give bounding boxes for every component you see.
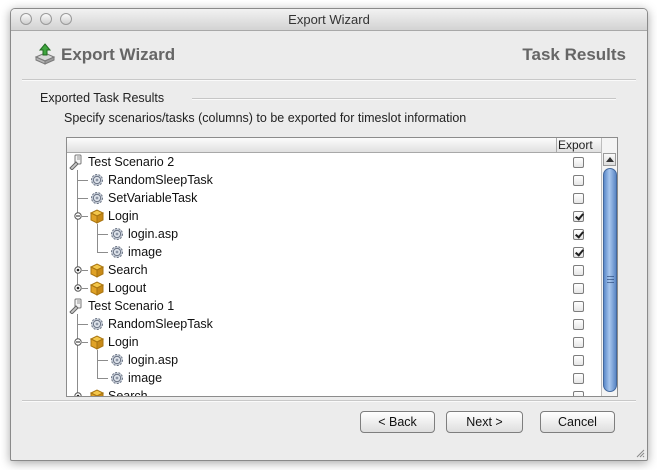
package-icon [89,263,105,278]
tree-row[interactable]: Test Scenario 1 [67,297,601,315]
export-checkbox[interactable] [573,301,584,312]
instructions-text: Specify scenarios/tasks (columns) to be … [64,111,467,125]
next-button[interactable]: Next > [446,411,523,433]
package-icon [89,389,105,396]
window-title: Export Wizard [288,12,370,27]
tree-row-label: Search [108,389,148,397]
task-results-table: Export Test Scenario 2 RandomSleepTask Set… [66,137,618,397]
gear-icon [91,174,103,186]
footer-divider [22,400,636,402]
thumb-grip-line [607,279,614,280]
tree-row-label: Search [108,263,148,277]
export-checkbox[interactable] [573,193,584,204]
column-header-name[interactable] [67,138,557,152]
title-bar[interactable]: Export Wizard [11,9,647,31]
export-checkbox[interactable] [573,229,584,240]
tree-row[interactable]: Login [67,333,601,351]
tree-row-label: Test Scenario 2 [88,155,175,169]
gear-icon [91,192,103,204]
resize-grip-icon[interactable] [635,448,645,458]
export-checkbox[interactable] [573,175,584,186]
package-icon [89,335,105,350]
tree-row-label: login.asp [128,353,179,367]
tree-row-label: SetVariableTask [108,191,198,205]
export-checkbox[interactable] [573,373,584,384]
export-checkbox[interactable] [573,211,584,222]
header-divider [22,79,636,81]
tree-row[interactable]: image [67,369,601,387]
tree-row[interactable]: SetVariableTask [67,189,601,207]
export-checkbox[interactable] [573,247,584,258]
tree-row[interactable]: image [67,243,601,261]
tree-row[interactable]: Test Scenario 2 [67,153,601,171]
column-header-export[interactable]: Export [558,138,593,152]
collapse-toggle-icon[interactable] [74,212,82,220]
gear-icon [91,318,103,330]
tree-row[interactable]: login.asp [67,351,601,369]
tree-row-label: Login [108,209,139,223]
gear-icon [111,228,123,240]
scenario-icon [69,154,82,170]
wizard-header: Export Wizard Task Results [11,31,647,79]
package-icon [89,281,105,296]
vertical-scrollbar[interactable] [601,138,617,396]
tree-row-label: image [128,371,163,385]
gear-icon [111,354,123,366]
section-divider [192,98,616,100]
tree-row-label: RandomSleepTask [108,317,213,331]
export-checkbox[interactable] [573,319,584,330]
scenario-icon [69,298,82,314]
back-button[interactable]: < Back [360,411,435,433]
export-wizard-window: Export Wizard Export Wizard Task Results… [10,8,648,461]
scrollbar-thumb[interactable] [603,168,617,392]
expand-toggle-icon[interactable] [74,284,82,292]
tree-row-label: Logout [108,281,147,295]
tree-row[interactable]: Login [67,207,601,225]
scroll-up-arrow[interactable] [603,153,616,166]
table-header: Export [67,138,601,153]
collapse-toggle-icon[interactable] [74,338,82,346]
tree-row-label: Login [108,335,139,349]
tree-row[interactable]: RandomSleepTask [67,171,601,189]
tree-row[interactable]: login.asp [67,225,601,243]
export-checkbox[interactable] [573,337,584,348]
export-checkbox[interactable] [573,283,584,294]
thumb-grip-line [607,276,614,277]
gear-icon [111,246,123,258]
tree-row[interactable]: Logout [67,279,601,297]
export-checkbox[interactable] [573,355,584,366]
tree-row[interactable]: Search [67,261,601,279]
tree-row-label: image [128,245,163,259]
thumb-grip-line [607,282,614,283]
tree-row-label: login.asp [128,227,179,241]
tree-row-label: RandomSleepTask [108,173,213,187]
wizard-title: Export Wizard [61,45,176,64]
tree-row[interactable]: RandomSleepTask [67,315,601,333]
tree-row[interactable]: Search [67,387,601,397]
export-checkbox[interactable] [573,391,584,396]
export-checkbox[interactable] [573,265,584,276]
tree-row-label: Test Scenario 1 [88,299,175,313]
package-icon [89,209,105,224]
export-icon [34,43,56,65]
wizard-step-title: Task Results [522,45,626,64]
export-checkbox[interactable] [573,157,584,168]
gear-icon [111,372,123,384]
cancel-button[interactable]: Cancel [540,411,615,433]
section-title: Exported Task Results [40,91,165,105]
expand-toggle-icon[interactable] [74,392,82,397]
expand-toggle-icon[interactable] [74,266,82,274]
